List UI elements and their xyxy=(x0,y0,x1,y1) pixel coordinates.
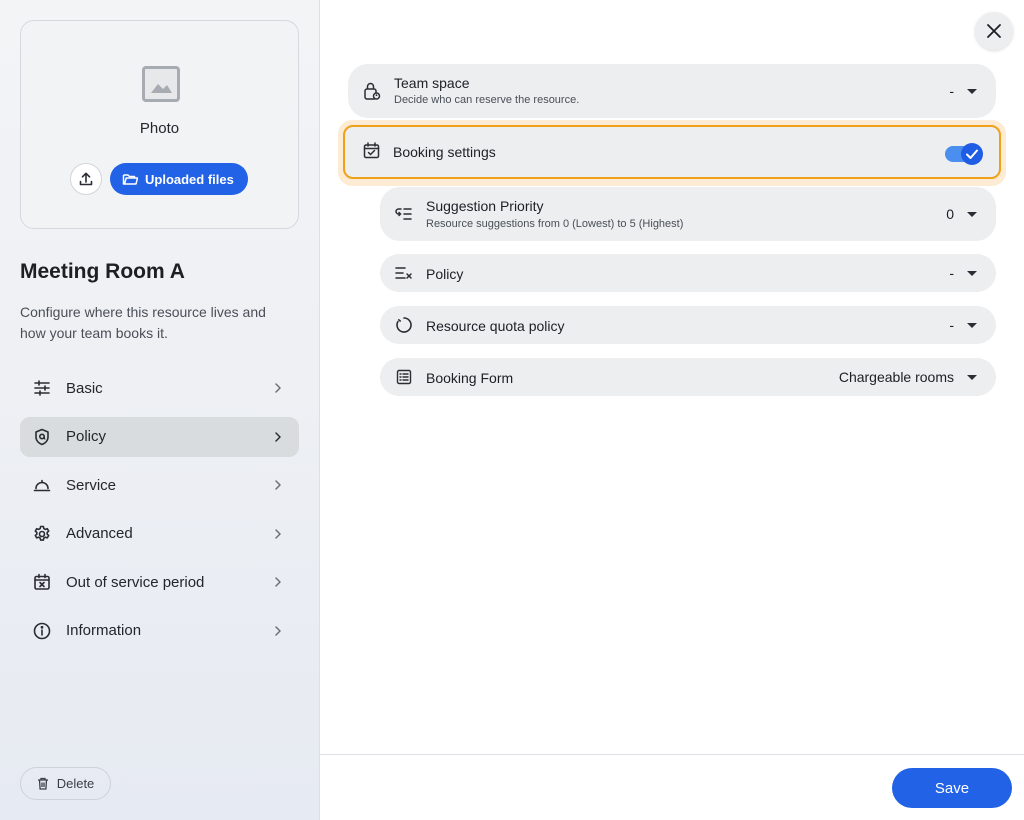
policy-title: Policy xyxy=(426,266,464,282)
settings-nav: Basic Policy Service Advanced Out of ser… xyxy=(20,368,299,659)
suggestion-priority-title: Suggestion Priority xyxy=(426,198,544,214)
gear-icon xyxy=(32,524,52,544)
close-button[interactable] xyxy=(975,12,1013,50)
nav-item-basic[interactable]: Basic xyxy=(20,368,299,408)
resource-title: Meeting Room A xyxy=(20,260,185,283)
sliders-icon xyxy=(32,378,52,398)
chevron-down-icon xyxy=(967,323,977,328)
lock-person-icon xyxy=(362,81,382,101)
suggestion-priority-select[interactable]: Suggestion Priority Resource suggestions… xyxy=(380,187,996,241)
policy-select[interactable]: Policy - xyxy=(380,254,996,292)
chevron-down-icon xyxy=(967,89,977,94)
info-icon xyxy=(32,621,52,641)
footer-divider xyxy=(320,754,1024,755)
booking-settings-row[interactable]: Booking settings xyxy=(343,125,1001,179)
chevron-right-icon xyxy=(275,383,281,393)
resource-quota-policy-select[interactable]: Resource quota policy - xyxy=(380,306,996,344)
chevron-right-icon xyxy=(275,480,281,490)
check-icon xyxy=(966,149,978,159)
priority-list-icon xyxy=(394,204,414,224)
team-space-value: - xyxy=(949,83,954,99)
nav-label: Basic xyxy=(66,379,103,397)
nav-item-out-of-service[interactable]: Out of service period xyxy=(20,562,299,602)
nav-item-service[interactable]: Service xyxy=(20,465,299,505)
uploaded-files-label: Uploaded files xyxy=(145,171,234,187)
calendar-check-icon xyxy=(363,142,381,160)
form-icon xyxy=(394,367,414,387)
calendar-x-icon xyxy=(32,572,52,592)
team-space-title: Team space xyxy=(394,75,470,91)
team-space-select[interactable]: Team space Decide who can reserve the re… xyxy=(348,64,996,118)
booking-form-title: Booking Form xyxy=(426,370,514,386)
resource-quota-policy-title: Resource quota policy xyxy=(426,318,565,334)
nav-label: Out of service period xyxy=(66,573,205,591)
chevron-down-icon xyxy=(967,212,977,217)
nav-label: Policy xyxy=(66,428,107,445)
trash-icon xyxy=(37,777,48,790)
chevron-right-icon xyxy=(275,625,281,636)
quota-ring-icon xyxy=(394,315,414,335)
upload-icon xyxy=(79,172,93,186)
uploaded-files-button[interactable]: Uploaded files xyxy=(110,163,248,195)
nav-label: Information xyxy=(66,622,142,639)
image-placeholder-icon xyxy=(142,66,180,102)
resource-description: Configure where this resource lives and … xyxy=(20,304,266,341)
toggle-knob[interactable] xyxy=(961,143,983,165)
booking-form-value: Chargeable rooms xyxy=(838,369,954,385)
shield-icon xyxy=(32,427,52,447)
service-bell-icon xyxy=(32,475,52,495)
chevron-right-icon xyxy=(275,431,281,442)
policy-value: - xyxy=(949,265,954,281)
close-icon xyxy=(987,24,1001,38)
delete-button[interactable]: Delete xyxy=(20,767,111,800)
chevron-right-icon xyxy=(275,528,281,539)
chevron-down-icon xyxy=(967,271,977,276)
resource-quota-policy-value: - xyxy=(949,317,954,333)
chevron-right-icon xyxy=(275,577,281,587)
nav-item-policy[interactable]: Policy xyxy=(20,416,299,457)
folder-icon xyxy=(122,174,138,185)
save-button[interactable]: Save xyxy=(892,768,1012,808)
upload-button[interactable] xyxy=(70,163,102,195)
team-space-subtitle: Decide who can reserve the resource. xyxy=(394,94,580,106)
photo-label: Photo xyxy=(139,120,180,137)
nav-label: Service xyxy=(66,476,117,494)
chevron-down-icon xyxy=(967,375,977,380)
list-x-icon xyxy=(394,263,414,283)
booking-form-select[interactable]: Booking Form Chargeable rooms xyxy=(380,358,996,396)
suggestion-priority-subtitle: Resource suggestions from 0 (Lowest) to … xyxy=(426,218,684,230)
suggestion-priority-value: 0 xyxy=(946,206,954,222)
nav-item-information[interactable]: Information xyxy=(20,611,299,651)
nav-item-advanced[interactable]: Advanced xyxy=(20,514,299,554)
photo-card: Photo Uploaded files xyxy=(20,20,299,229)
nav-label: Advanced xyxy=(66,525,133,542)
sidebar: Photo Uploaded files Meeting Room A Conf… xyxy=(0,0,320,820)
booking-settings-title: Booking settings xyxy=(393,144,496,160)
delete-label: Delete xyxy=(56,776,95,791)
